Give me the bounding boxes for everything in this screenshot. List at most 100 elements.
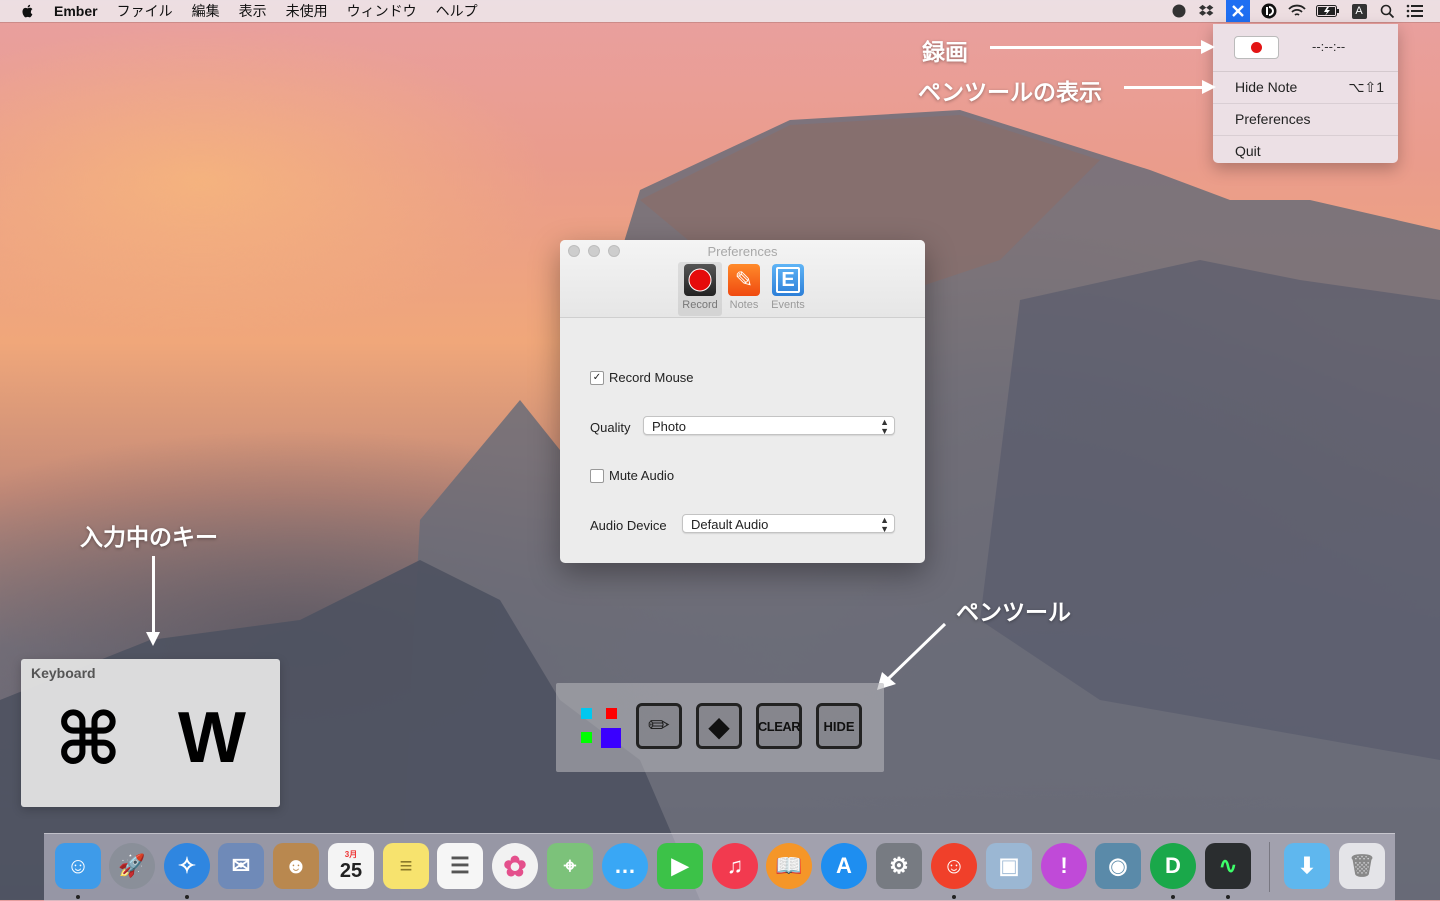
quality-value: Photo <box>652 419 686 434</box>
audio-device-row: Audio Device <box>590 518 667 533</box>
menu-quit[interactable]: Quit <box>1213 136 1398 167</box>
running-indicator <box>76 895 80 899</box>
maps-icon[interactable]: ⌖ <box>547 843 593 889</box>
menu-window[interactable]: ウィンドウ <box>347 1 417 21</box>
menu-view[interactable]: 表示 <box>239 1 267 21</box>
menu-app-name[interactable]: Ember <box>54 3 98 19</box>
activity-monitor-icon[interactable]: ∿ <box>1205 843 1251 889</box>
preferences-toolbar: Record ✎ Notes E Events <box>678 262 810 316</box>
quality-label: Quality <box>590 420 631 435</box>
menu-preferences-label: Preferences <box>1235 111 1311 127</box>
tab-events-label: Events <box>771 299 805 311</box>
record-button[interactable] <box>1234 36 1279 59</box>
profile-icon[interactable] <box>1170 2 1188 20</box>
wifi-icon[interactable] <box>1288 2 1306 20</box>
tab-record-label: Record <box>682 299 718 311</box>
system-preferences-icon[interactable]: ⚙ <box>876 843 922 889</box>
messages-icon[interactable]: … <box>602 843 648 889</box>
eraser-button[interactable]: ◆ <box>696 703 742 749</box>
trash-icon[interactable]: 🗑 <box>1339 843 1385 889</box>
events-glyph: E <box>776 267 800 293</box>
notification-center-icon[interactable] <box>1406 2 1424 20</box>
record-dot-icon <box>1251 42 1262 53</box>
menu-file[interactable]: ファイル <box>117 1 173 21</box>
running-indicator <box>185 895 189 899</box>
menu-unused[interactable]: 未使用 <box>286 1 328 21</box>
apple-icon[interactable] <box>20 3 36 19</box>
tab-events[interactable]: E Events <box>766 262 810 316</box>
window-title: Preferences <box>707 244 778 259</box>
clear-button[interactable]: CLEAR <box>756 703 802 749</box>
menu-bar: Ember ファイル 編集 表示 未使用 ウィンドウ ヘルプ A <box>0 0 1440 22</box>
audio-device-label: Audio Device <box>590 518 667 533</box>
calendar-icon[interactable]: 3月 25 <box>328 843 374 889</box>
color-cyan[interactable] <box>581 708 592 719</box>
pencil-button[interactable]: ✏ <box>636 703 682 749</box>
mute-audio-label: Mute Audio <box>609 468 675 483</box>
mail-icon[interactable]: ✉ <box>218 843 264 889</box>
ebook-reader-icon[interactable]: D <box>1150 843 1196 889</box>
menu-hide-note-shortcut: ⌥⇧1 <box>1348 79 1384 95</box>
ibooks-icon[interactable]: 📖 <box>766 843 812 889</box>
facetime-icon[interactable]: ▶ <box>657 843 703 889</box>
record-timer: --:--:-- <box>1312 39 1346 54</box>
menu-preferences[interactable]: Preferences <box>1213 104 1398 136</box>
running-indicator <box>952 895 956 899</box>
ember-app-icon[interactable]: ☺ <box>931 843 977 889</box>
audio-device-value: Default Audio <box>691 517 769 532</box>
tab-record[interactable]: Record <box>678 262 722 316</box>
photos-icon[interactable]: ✿ <box>492 843 538 889</box>
record-icon <box>684 264 716 296</box>
finder-icon[interactable]: ☺ <box>55 843 101 889</box>
itunes-icon[interactable]: ♫ <box>712 843 758 889</box>
mute-audio-checkbox[interactable] <box>590 468 604 483</box>
mute-audio-row: Mute Audio <box>590 468 674 483</box>
key-command: ⌘ <box>55 697 122 781</box>
battery-icon[interactable] <box>1316 2 1340 20</box>
annotation-pen-tool: ペンツール <box>956 599 1071 625</box>
ebook-icon[interactable] <box>1260 2 1278 20</box>
preview-icon[interactable]: ▣ <box>986 843 1032 889</box>
spotlight-icon[interactable] <box>1378 2 1396 20</box>
events-icon: E <box>772 264 804 296</box>
menu-hide-note[interactable]: Hide Note ⌥⇧1 <box>1213 72 1398 104</box>
eraser-icon: ◆ <box>708 709 730 743</box>
contacts-icon[interactable]: ☻ <box>273 843 319 889</box>
color-blue[interactable] <box>601 728 621 748</box>
reminders-icon[interactable]: ☰ <box>437 843 483 889</box>
preferences-window: Preferences Record ✎ Notes E Events ✓ Re… <box>560 240 925 563</box>
dropbox-icon[interactable] <box>1198 2 1216 20</box>
chevron-updown-icon: ▲ ▼ <box>880 515 889 534</box>
downloads-icon[interactable]: ⬇ <box>1284 843 1330 889</box>
preferences-titlebar: Preferences Record ✎ Notes E Events <box>560 240 925 318</box>
app-store-icon[interactable]: A <box>821 843 867 889</box>
menu-help[interactable]: ヘルプ <box>436 1 478 21</box>
feedback-icon[interactable]: ! <box>1041 843 1087 889</box>
notes-app-icon[interactable]: ≡ <box>383 843 429 889</box>
color-green[interactable] <box>581 732 592 743</box>
annotation-pen-display-arrow <box>1124 80 1216 94</box>
dock-separator <box>1269 842 1270 892</box>
ember-icon[interactable] <box>1226 0 1250 22</box>
audio-device-select[interactable]: Default Audio ▲ ▼ <box>682 514 895 534</box>
image-capture-icon[interactable]: ◉ <box>1095 843 1141 889</box>
input-method-icon[interactable]: A <box>1350 2 1368 20</box>
menu-edit[interactable]: 編集 <box>192 1 220 21</box>
key-w: W <box>178 698 246 778</box>
tab-notes[interactable]: ✎ Notes <box>722 262 766 316</box>
record-mouse-checkbox[interactable]: ✓ <box>590 370 604 385</box>
hide-button[interactable]: HIDE <box>816 703 862 749</box>
annotation-keys-arrow <box>146 556 160 646</box>
color-picker <box>581 708 621 748</box>
annotation-pen-display: ペンツールの表示 <box>918 79 1102 105</box>
annotation-pen-tool-arrow <box>877 622 947 690</box>
record-mouse-label: Record Mouse <box>609 370 694 385</box>
color-red[interactable] <box>606 708 617 719</box>
input-method-label: A <box>1351 3 1367 19</box>
record-row: --:--:-- <box>1213 24 1398 72</box>
quality-select[interactable]: Photo ▲ ▼ <box>643 416 895 436</box>
ember-status-menu: --:--:-- Hide Note ⌥⇧1 Preferences Quit <box>1213 24 1398 163</box>
dock: ☺ 🚀 ✧ ✉ ☻ 3月 25 ≡ ☰ ✿ ⌖ … ▶ ♫ 📖 A ⚙ ☺ ▣ !… <box>44 833 1395 901</box>
launchpad-icon[interactable]: 🚀 <box>109 843 155 889</box>
safari-icon[interactable]: ✧ <box>164 843 210 889</box>
